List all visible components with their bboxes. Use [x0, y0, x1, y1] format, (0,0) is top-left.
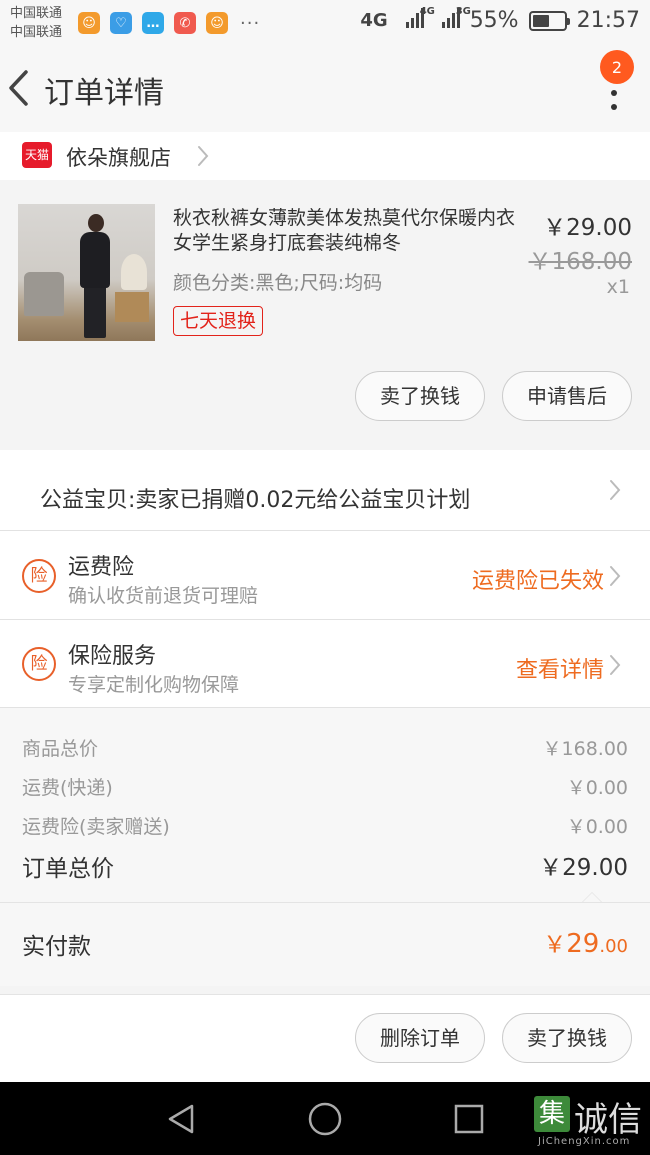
uc-browser-icon: ☺	[78, 12, 100, 34]
after-sale-button[interactable]: 申请售后	[502, 371, 632, 421]
summary-value: ￥168.00	[542, 738, 628, 760]
watermark-logo: 集	[534, 1096, 570, 1132]
order-total-value: ￥29.00	[539, 855, 628, 881]
recent-apps-square-icon[interactable]	[453, 1103, 485, 1135]
back-button[interactable]	[6, 68, 36, 108]
shop-row[interactable]: 天猫 依朵旗舰店	[0, 132, 650, 180]
carrier-2: 中国联通	[10, 25, 63, 40]
header: 订单详情 2	[0, 46, 650, 132]
watermark: 集 诚信 JiChengXin.com	[532, 1092, 650, 1152]
tmall-logo: 天猫	[22, 142, 52, 168]
carrier-1: 中国联通	[10, 6, 63, 21]
message-icon: …	[142, 12, 164, 34]
insurance-service-row[interactable]: 险 保险服务 专享定制化购物保障 查看详情	[0, 620, 650, 707]
notification-badge: 2	[600, 50, 634, 84]
product-card: 秋衣秋裤女薄款美体发热莫代尔保暖内衣女学生紧身打底套装纯棉冬 颜色分类:黑色;尺…	[0, 192, 650, 442]
page-title: 订单详情	[44, 76, 164, 111]
return-policy-tag: 七天退换	[173, 306, 264, 336]
charity-text: 公益宝贝:卖家已捐赠0.02元给公益宝贝计划	[40, 488, 471, 513]
insurance-subtitle: 专享定制化购物保障	[68, 674, 240, 696]
summary-value: ￥0.00	[566, 777, 628, 799]
chevron-right-icon	[198, 146, 209, 166]
amount-paid-label: 实付款	[22, 934, 91, 960]
summary-label: 运费(快递)	[22, 777, 113, 799]
insurance-title: 运费险	[68, 555, 135, 580]
clock: 21:57	[576, 8, 640, 33]
summary-label: 商品总价	[22, 738, 99, 760]
insurance-icon: 险	[22, 559, 56, 593]
network-4g-icon: 4G	[360, 10, 388, 31]
home-circle-icon[interactable]	[307, 1101, 343, 1137]
chevron-right-icon	[610, 655, 621, 675]
chevron-left-icon	[9, 70, 28, 106]
resell-button[interactable]: 卖了换钱	[355, 371, 485, 421]
back-triangle-icon[interactable]	[164, 1102, 198, 1136]
carrier-labels: 中国联通 中国联通	[10, 4, 62, 42]
status-bar: 中国联通 中国联通 ☺ ♡ … ✆ ☺ ··· 4G 4G 3G 55% 21:…	[0, 0, 650, 46]
product-image[interactable]	[18, 204, 155, 341]
insurance-title: 保险服务	[68, 644, 157, 669]
uc-browser-icon: ☺	[206, 12, 228, 34]
missed-call-icon: ✆	[174, 12, 196, 34]
product-title[interactable]: 秋衣秋裤女薄款美体发热莫代尔保暖内衣女学生紧身打底套装纯棉冬	[173, 206, 525, 256]
battery-icon	[528, 10, 570, 31]
summary-value: ￥0.00	[566, 816, 628, 838]
product-spec: 颜色分类:黑色;尺码:均码	[173, 272, 383, 294]
watermark-text: 诚信	[574, 1100, 642, 1140]
more-notifications-icon: ···	[240, 12, 261, 34]
signal-4g-icon: 4G	[398, 6, 435, 33]
signal-3g-icon: 3G	[434, 6, 471, 33]
chevron-right-icon	[610, 480, 621, 500]
product-quantity: x1	[606, 276, 630, 298]
notification-icons: ☺ ♡ … ✆ ☺ ···	[78, 12, 260, 34]
shipping-insurance-row[interactable]: 险 运费险 确认收货前退货可理赔 运费险已失效	[0, 531, 650, 619]
system-navigation-bar: 集 诚信 JiChengXin.com	[0, 1082, 650, 1155]
original-price: ￥168.00	[528, 249, 632, 275]
product-price: ￥29.00	[543, 215, 632, 241]
watermark-url: JiChengXin.com	[538, 1136, 631, 1147]
chevron-right-icon	[610, 566, 621, 586]
amount-paid-value: ￥29.00	[543, 929, 628, 959]
charity-row[interactable]: 公益宝贝:卖家已捐赠0.02元给公益宝贝计划	[0, 450, 650, 530]
delete-order-button[interactable]: 删除订单	[355, 1013, 485, 1063]
price-summary: 商品总价 ￥168.00 运费(快递) ￥0.00 运费险(卖家赠送) ￥0.0…	[0, 708, 650, 904]
insurance-status: 运费险已失效	[471, 569, 604, 594]
shop-name[interactable]: 依朵旗舰店	[66, 142, 171, 172]
insurance-icon: 险	[22, 647, 56, 681]
insurance-subtitle: 确认收货前退货可理赔	[68, 585, 259, 607]
resell-button[interactable]: 卖了换钱	[502, 1013, 632, 1063]
health-icon: ♡	[110, 12, 132, 34]
action-bar: 删除订单 卖了换钱	[0, 994, 650, 1082]
system-indicators: 4G 4G 3G 55% 21:57	[360, 6, 640, 33]
amount-paid-row: 实付款 ￥29.00	[0, 902, 650, 986]
order-total-label: 订单总价	[22, 856, 114, 882]
view-details-link[interactable]: 查看详情	[516, 652, 604, 684]
battery-percent: 55%	[469, 8, 519, 33]
summary-label: 运费险(卖家赠送)	[22, 816, 170, 838]
